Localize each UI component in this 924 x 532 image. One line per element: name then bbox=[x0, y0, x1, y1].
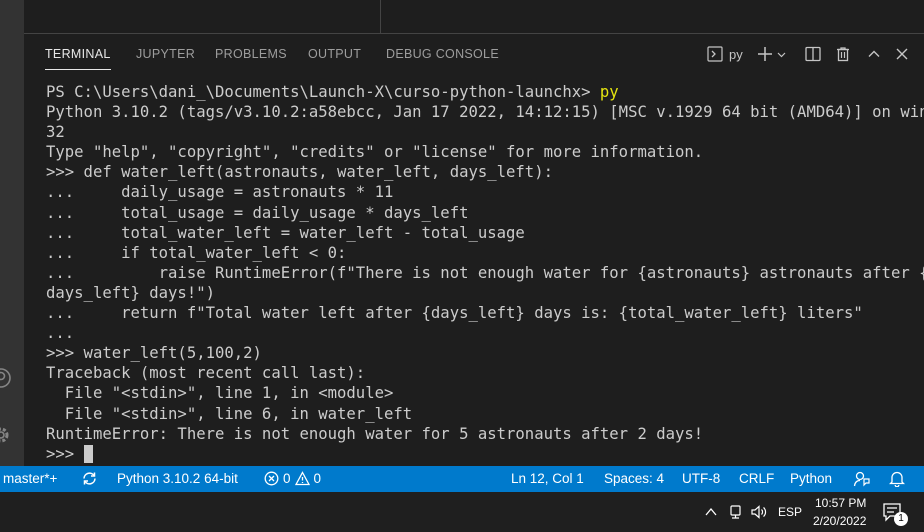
terminal-line: ... total_usage = daily_usage * days_lef… bbox=[46, 203, 469, 222]
sync-icon[interactable] bbox=[81, 470, 98, 487]
close-icon bbox=[895, 47, 909, 61]
windows-taskbar: ESP 10:57 PM 2/20/2022 1 bbox=[0, 492, 924, 532]
status-bar: master*+ Python 3.10.2 64-bit 0 0 Ln 12,… bbox=[0, 466, 924, 492]
account-icon[interactable] bbox=[0, 367, 12, 389]
new-terminal-button[interactable] bbox=[757, 44, 786, 64]
terminal-line: >>> def water_left(astronauts, water_lef… bbox=[46, 163, 553, 182]
input-language[interactable]: ESP bbox=[778, 505, 802, 519]
indentation[interactable]: Spaces: 4 bbox=[604, 471, 664, 486]
end-of-line[interactable]: CRLF bbox=[739, 471, 774, 486]
split-icon bbox=[805, 46, 821, 62]
panel-actions: py bbox=[24, 44, 924, 64]
terminal-cursor bbox=[83, 444, 93, 463]
notifications-bell-icon[interactable] bbox=[889, 470, 905, 487]
python-interpreter[interactable]: Python 3.10.2 64-bit bbox=[117, 471, 238, 486]
chevron-up-icon bbox=[867, 47, 881, 61]
plus-icon bbox=[757, 46, 773, 62]
clock-time[interactable]: 10:57 PM bbox=[815, 496, 866, 510]
terminal-line: File "<stdin>", line 6, in water_left bbox=[46, 404, 413, 423]
terminal-prompt-line[interactable]: >>> bbox=[46, 444, 924, 464]
terminal-name: py bbox=[729, 46, 743, 62]
chevron-up-icon[interactable] bbox=[704, 506, 718, 518]
terminal-line: Type "help", "copyright", "credits" or "… bbox=[46, 143, 704, 162]
terminal-line: ... raise RuntimeError(f"There is not en… bbox=[46, 263, 924, 282]
terminal-line: RuntimeError: There is not enough water … bbox=[46, 424, 704, 443]
split-terminal-button[interactable] bbox=[805, 44, 821, 64]
notification-badge: 1 bbox=[894, 512, 908, 526]
terminal-line: ... if total_water_left < 0: bbox=[46, 243, 347, 262]
terminal-line: ... total_water_left = water_left - tota… bbox=[46, 223, 525, 242]
activity-bar bbox=[0, 0, 24, 466]
warning-icon bbox=[294, 471, 310, 486]
terminal-line: Traceback (most recent call last): bbox=[46, 364, 366, 383]
kill-terminal-button[interactable] bbox=[835, 44, 851, 64]
close-panel-button[interactable] bbox=[895, 44, 909, 64]
terminal-prompt: >>> bbox=[46, 444, 84, 463]
volume-icon[interactable] bbox=[750, 504, 768, 520]
terminal-command: py bbox=[599, 83, 619, 101]
maximize-panel-button[interactable] bbox=[867, 44, 881, 64]
terminal-line: ... daily_usage = astronauts * 11 bbox=[46, 183, 394, 202]
terminal-line: PS C:\Users\dani_\Documents\Launch-X\cur… bbox=[46, 83, 619, 101]
cursor-position[interactable]: Ln 12, Col 1 bbox=[511, 471, 584, 486]
terminal-line: ... return f"Total water left after {day… bbox=[46, 304, 863, 323]
terminal-line: >>> water_left(5,100,2) bbox=[46, 344, 262, 363]
editor-area bbox=[24, 0, 924, 33]
terminal-icon bbox=[707, 46, 723, 62]
network-icon[interactable] bbox=[728, 504, 744, 520]
settings-gear-icon[interactable] bbox=[0, 424, 12, 446]
terminal-selector[interactable]: py bbox=[707, 44, 743, 64]
feedback-icon[interactable] bbox=[853, 470, 871, 488]
terminal-line: 32 bbox=[46, 123, 65, 142]
git-branch[interactable]: master*+ bbox=[3, 471, 57, 486]
error-icon bbox=[264, 471, 279, 486]
clock-date[interactable]: 2/20/2022 bbox=[813, 514, 866, 528]
terminal-line: days_left} days!") bbox=[46, 283, 215, 302]
terminal-line: ... bbox=[46, 324, 75, 343]
trash-icon bbox=[835, 46, 851, 62]
chevron-down-icon[interactable] bbox=[777, 50, 786, 59]
language-mode[interactable]: Python bbox=[790, 471, 832, 486]
terminal-line: Python 3.10.2 (tags/v3.10.2:a58ebcc, Jan… bbox=[46, 103, 924, 122]
encoding[interactable]: UTF-8 bbox=[682, 471, 720, 486]
terminal-output[interactable]: PS C:\Users\dani_\Documents\Launch-X\cur… bbox=[46, 82, 924, 464]
terminal-line: File "<stdin>", line 1, in <module> bbox=[46, 384, 394, 403]
problems-count[interactable]: 0 0 bbox=[264, 471, 321, 486]
